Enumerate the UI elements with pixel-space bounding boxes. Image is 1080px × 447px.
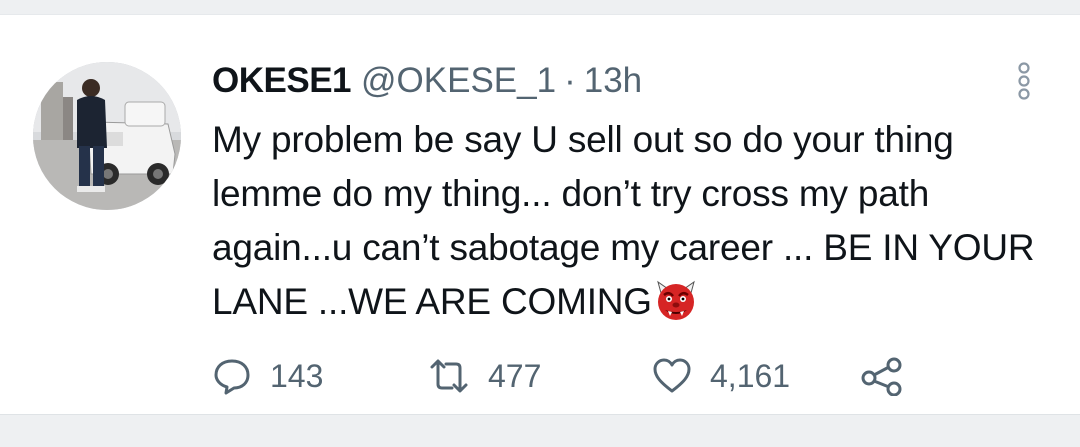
- ogre-face-emoji: [654, 278, 698, 322]
- top-divider: [0, 0, 1080, 15]
- tweet-body: My problem be say U sell out so do your …: [212, 119, 1035, 322]
- retweet-button[interactable]: 477: [428, 351, 541, 401]
- tweet-header: OKESE1 @OKESE_1 · 13h: [212, 61, 642, 105]
- reply-button[interactable]: 143: [212, 351, 323, 401]
- vertical-dots-icon: [1018, 62, 1030, 100]
- tweet-card[interactable]: OKESE1 @OKESE_1 · 13h My problem be say …: [0, 15, 1080, 414]
- like-count: 4,161: [710, 357, 791, 394]
- share-button[interactable]: [860, 351, 904, 401]
- author-handle[interactable]: @OKESE_1: [361, 61, 556, 101]
- more-options-button[interactable]: [1012, 59, 1036, 103]
- tweet-text: My problem be say U sell out so do your …: [212, 113, 1052, 329]
- retweet-count: 477: [488, 357, 542, 394]
- like-button[interactable]: 4,161: [652, 351, 790, 401]
- avatar-photo: [33, 62, 181, 210]
- retweet-icon: [428, 356, 470, 396]
- timestamp[interactable]: 13h: [584, 61, 642, 101]
- reply-icon: [212, 356, 252, 396]
- avatar[interactable]: [33, 62, 181, 210]
- separator-dot: ·: [564, 61, 576, 100]
- heart-icon: [652, 356, 692, 396]
- bottom-divider: [0, 414, 1080, 447]
- reply-count: 143: [270, 357, 324, 394]
- author-name[interactable]: OKESE1: [212, 61, 352, 101]
- share-icon: [860, 356, 904, 396]
